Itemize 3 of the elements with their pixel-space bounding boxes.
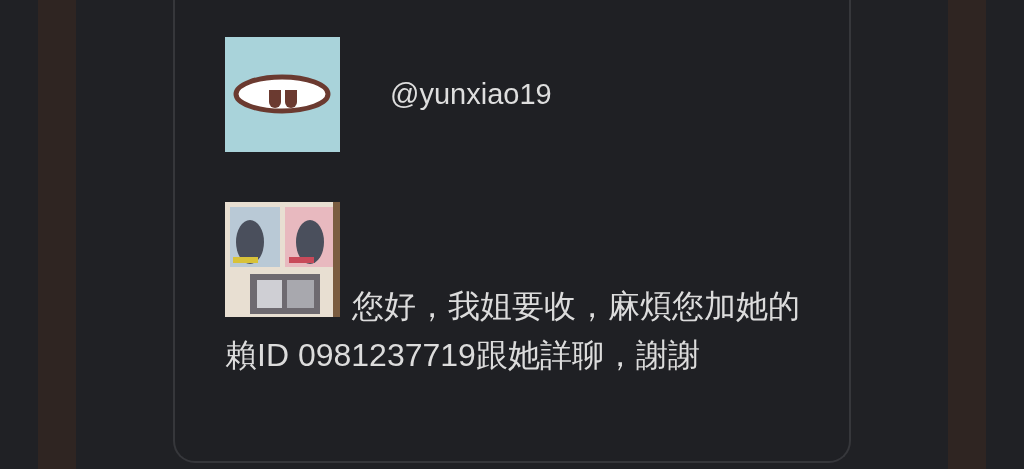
username: @yunxiao19: [390, 76, 552, 112]
avatar-icon: [225, 37, 340, 152]
message-text: 您好，我姐要收，麻煩您加她的賴ID 0981237719跟她詳聊，謝謝: [225, 288, 800, 373]
